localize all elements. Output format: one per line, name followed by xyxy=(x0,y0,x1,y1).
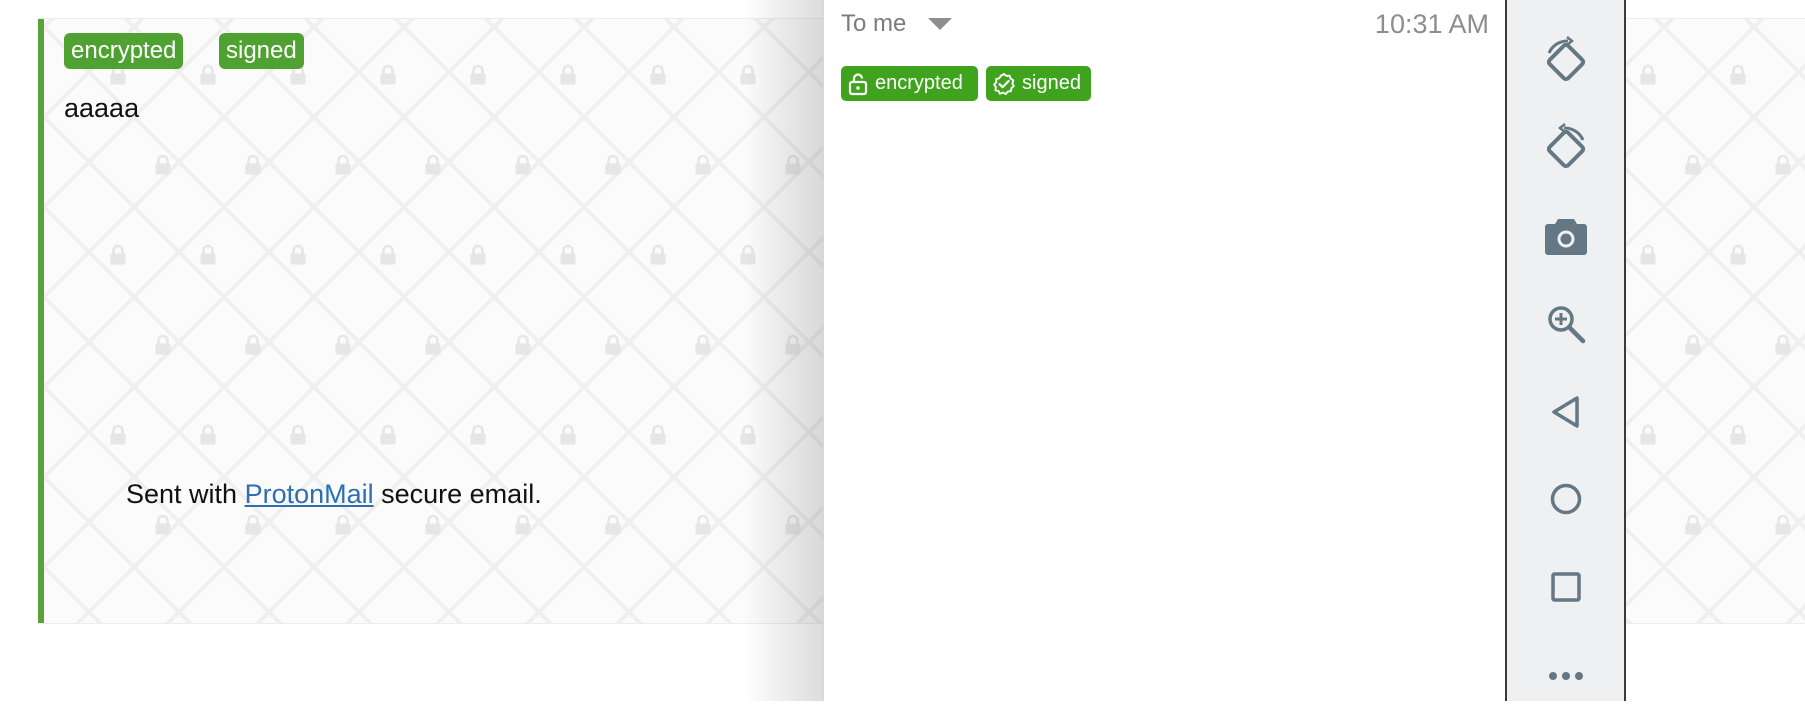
watermark-lock-icon xyxy=(380,424,396,445)
signed-badge: signed xyxy=(219,33,304,69)
watermark-lock-icon xyxy=(245,334,261,355)
watermark-lock-icon xyxy=(650,64,666,85)
signed-badge: signed xyxy=(986,66,1091,101)
watermark-lock-icon xyxy=(200,64,216,85)
more-button[interactable] xyxy=(1507,646,1624,706)
watermark-lock-icon xyxy=(695,334,711,355)
encrypted-label: encrypted xyxy=(875,72,963,94)
recipient-label: To me xyxy=(841,10,907,37)
signature-prefix: Sent with xyxy=(126,479,245,509)
watermark-lock-icon xyxy=(290,244,306,265)
back-button[interactable] xyxy=(1507,382,1624,442)
watermark-lock-icon xyxy=(470,424,486,445)
signature-suffix: secure email. xyxy=(373,479,542,509)
watermark-lock-icon xyxy=(290,424,306,445)
watermark-lock-icon xyxy=(1775,154,1791,175)
watermark-lock-icon xyxy=(695,154,711,175)
more-icon xyxy=(1548,672,1583,680)
watermark-lock-icon xyxy=(1640,424,1656,445)
watermark-lock-icon xyxy=(335,334,351,355)
watermark-lock-icon xyxy=(515,154,531,175)
verified-check-icon xyxy=(993,72,1015,95)
watermark-lock-icon xyxy=(155,334,171,355)
signature: Sent with ProtonMail secure email. xyxy=(126,479,542,510)
message-time: 10:31 AM xyxy=(1374,9,1489,39)
watermark-lock-icon xyxy=(605,514,621,535)
watermark-lock-icon xyxy=(1685,334,1701,355)
watermark-lock-icon xyxy=(560,424,576,445)
watermark-lock-icon xyxy=(1685,514,1701,535)
watermark-lock-icon xyxy=(1775,514,1791,535)
watermark-lock-icon xyxy=(470,244,486,265)
watermark-lock-icon xyxy=(335,154,351,175)
watermark-lock-icon xyxy=(605,334,621,355)
watermark-lock-icon xyxy=(560,64,576,85)
recipient-dropdown[interactable]: To me xyxy=(841,10,953,38)
camera-icon xyxy=(1544,219,1587,255)
zoom-button[interactable] xyxy=(1507,294,1624,354)
watermark-lock-icon xyxy=(1730,424,1746,445)
watermark-lock-icon xyxy=(650,244,666,265)
watermark-lock-icon xyxy=(650,424,666,445)
rotate-left-icon xyxy=(1546,36,1585,82)
watermark-lock-icon xyxy=(1775,334,1791,355)
watermark-lock-icon xyxy=(1640,64,1656,85)
watermark-lock-icon xyxy=(380,244,396,265)
home-icon xyxy=(1550,483,1581,515)
watermark-lock-icon xyxy=(695,514,711,535)
rotate-right-icon xyxy=(1546,123,1585,169)
watermark-lock-icon xyxy=(155,154,171,175)
watermark-lock-icon xyxy=(560,244,576,265)
watermark-lock-icon xyxy=(1640,244,1656,265)
caret-down-icon xyxy=(928,18,953,30)
rotate-left-button[interactable] xyxy=(1507,32,1624,92)
watermark-lock-icon xyxy=(1730,64,1746,85)
signed-label: signed xyxy=(1022,72,1081,94)
overview-icon xyxy=(1550,572,1581,602)
watermark-lock-icon xyxy=(470,64,486,85)
lock-icon xyxy=(848,72,868,95)
watermark-lock-icon xyxy=(245,154,261,175)
pane-shadow xyxy=(744,0,824,701)
encrypted-badge: encrypted xyxy=(841,66,978,101)
watermark-lock-icon xyxy=(425,334,441,355)
screenshot-button[interactable] xyxy=(1507,206,1624,266)
rotate-right-button[interactable] xyxy=(1507,119,1624,179)
home-button[interactable] xyxy=(1507,469,1624,529)
watermark-lock-icon xyxy=(335,514,351,535)
watermark-lock-icon xyxy=(155,514,171,535)
watermark-lock-icon xyxy=(110,424,126,445)
app-message-pane: To me 10:31 AM encrypted signed xyxy=(823,0,1505,701)
watermark-lock-icon xyxy=(200,244,216,265)
protonmail-link[interactable]: ProtonMail xyxy=(245,479,374,509)
watermark-lock-icon xyxy=(1685,154,1701,175)
watermark-lock-icon xyxy=(425,514,441,535)
watermark-lock-icon xyxy=(515,334,531,355)
watermark-lock-icon xyxy=(110,244,126,265)
message-body: aaaaa xyxy=(64,93,140,123)
watermark-lock-icon xyxy=(380,64,396,85)
emulator-toolbar xyxy=(1505,0,1626,701)
zoom-in-icon xyxy=(1547,306,1585,344)
watermark-lock-icon xyxy=(200,424,216,445)
watermark-lock-icon xyxy=(425,154,441,175)
back-icon xyxy=(1551,396,1579,428)
watermark-lock-icon xyxy=(605,154,621,175)
watermark-lock-icon xyxy=(515,514,531,535)
watermark-lock-icon xyxy=(1730,244,1746,265)
encrypted-badge: encrypted xyxy=(64,33,184,69)
watermark-lock-icon xyxy=(245,514,261,535)
overview-button[interactable] xyxy=(1507,557,1624,617)
